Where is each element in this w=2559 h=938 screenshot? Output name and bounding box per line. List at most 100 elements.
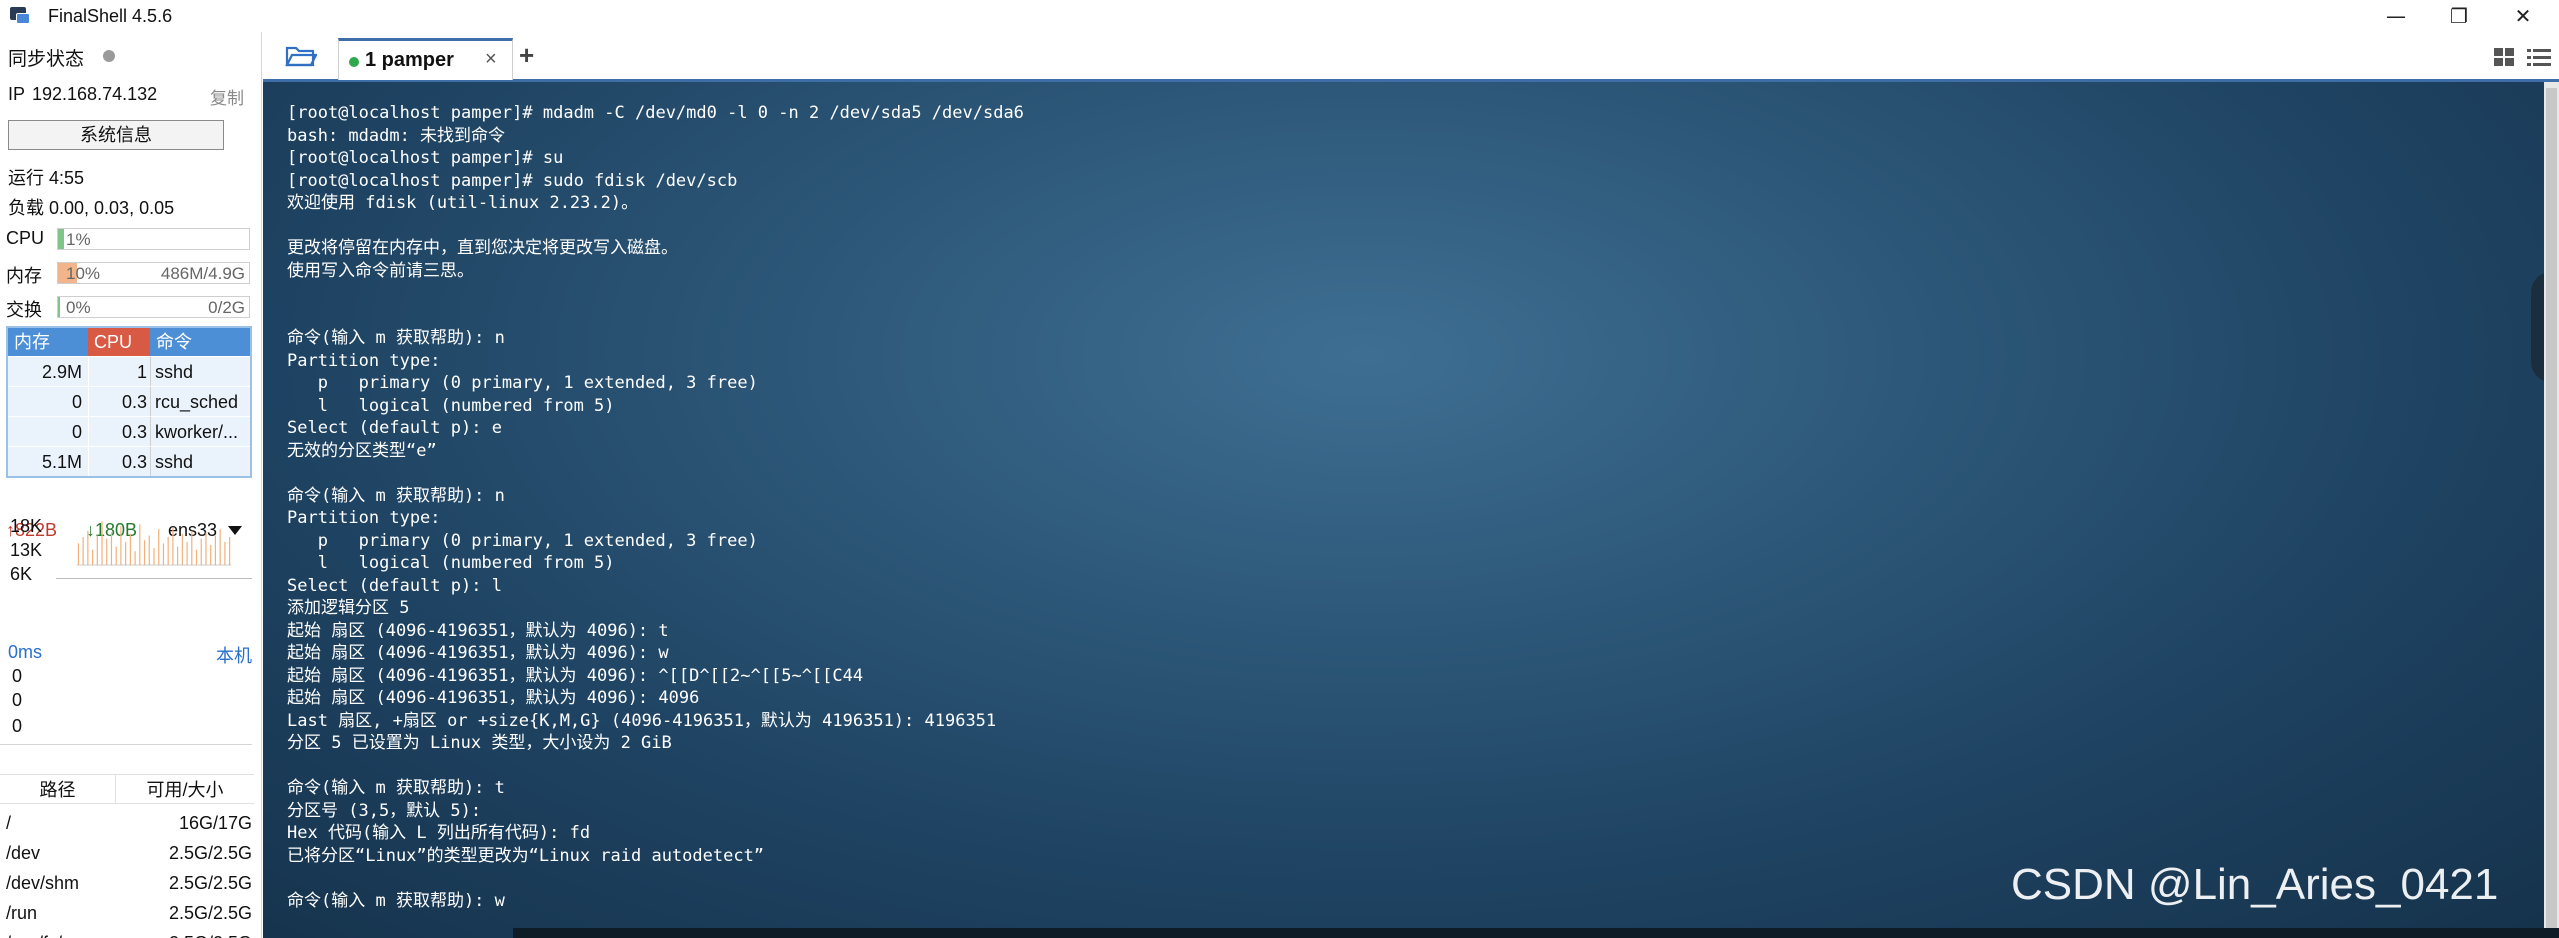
uptime-label: 运行 4:55 bbox=[8, 168, 85, 188]
tab-close-button[interactable]: × bbox=[485, 48, 497, 71]
cpu-meter-value: 1% bbox=[66, 230, 91, 249]
terminal-line: 分区号 (3,5，默认 5): bbox=[287, 800, 482, 821]
terminal-line: l logical (numbered from 5) bbox=[287, 553, 615, 573]
latency-y-label: 0 bbox=[12, 690, 23, 710]
terminal-line: 使用写入命令前请三思。 bbox=[287, 260, 474, 281]
terminal-line: 命令(输入 m 获取帮助): t bbox=[287, 778, 505, 798]
process-command: rcu_sched bbox=[150, 387, 250, 416]
process-cpu: 1 bbox=[88, 357, 150, 386]
ip-label: IP bbox=[8, 84, 26, 104]
app-logo-icon bbox=[10, 7, 32, 25]
memory-meter-value: 10% bbox=[66, 264, 101, 283]
process-table-header: 内存 CPU 命令 bbox=[8, 328, 250, 356]
disk-path: /run bbox=[6, 903, 38, 923]
latency-y-label: 0 bbox=[12, 716, 23, 736]
process-row[interactable]: 2.9M 1 sshd bbox=[8, 356, 250, 386]
net-y-label: 6K bbox=[10, 564, 33, 584]
disk-row[interactable]: /dev 2.5G/2.5G bbox=[0, 838, 254, 868]
swap-meter: 0% 0/2G bbox=[57, 296, 250, 318]
cpu-meter-label: CPU bbox=[6, 228, 45, 248]
terminal-line: [root@localhost pamper]# su bbox=[287, 148, 564, 168]
latency-y-label: 0 bbox=[12, 666, 23, 686]
cpu-meter-fill bbox=[58, 229, 64, 249]
tab-label: 1 pamper bbox=[365, 49, 454, 71]
terminal-line: bash: mdadm: 未找到命令 bbox=[287, 125, 506, 146]
grid-layout-icon[interactable] bbox=[2493, 47, 2515, 67]
terminal-line: 命令(输入 m 获取帮助): n bbox=[287, 328, 505, 348]
terminal-scrollbar-thumb[interactable] bbox=[2546, 88, 2557, 928]
terminal-panel[interactable]: [root@localhost pamper]# mdadm -C /dev/m… bbox=[263, 82, 2559, 938]
disk-table-header: 路径 可用/大小 bbox=[0, 774, 254, 804]
terminal-line: Select (default p): l bbox=[287, 575, 502, 596]
disk-path: / bbox=[6, 813, 12, 833]
terminal-line: l logical (numbered from 5) bbox=[287, 395, 615, 416]
terminal-line: 命令(输入 m 获取帮助): n bbox=[287, 485, 505, 506]
latency-host-link[interactable]: 本机 bbox=[216, 642, 252, 668]
disk-row[interactable]: /sys/fs/cgr... 2.5G/2.5G bbox=[0, 928, 254, 938]
connection-status-dot-icon bbox=[349, 57, 359, 67]
process-cpu: 0.3 bbox=[88, 417, 150, 446]
disk-row[interactable]: / 16G/17G bbox=[0, 808, 254, 838]
net-y-label: 13K bbox=[10, 540, 43, 560]
terminal-line: Partition type: bbox=[287, 350, 441, 371]
terminal-line: 添加逻辑分区 5 bbox=[287, 598, 410, 618]
process-memory: 2.9M bbox=[41, 362, 82, 382]
maximize-button[interactable]: ❐ bbox=[2433, 0, 2485, 32]
process-table: 内存 CPU 命令 2.9M 1 sshd 0 0.3 rcu_sched 0 … bbox=[6, 326, 252, 478]
terminal-line: 起始 扇区 (4096-4196351，默认为 4096): w bbox=[287, 643, 669, 663]
terminal-line: [root@localhost pamper]# mdadm -C /dev/m… bbox=[287, 103, 1024, 123]
disk-path: /dev bbox=[6, 843, 41, 863]
cpu-meter: 1% bbox=[57, 228, 250, 250]
window-title: FinalShell 4.5.6 bbox=[48, 6, 173, 26]
terminal-line: 已将分区“Linux”的类型更改为“Linux raid autodetect” bbox=[287, 845, 765, 866]
process-header-memory[interactable]: 内存 bbox=[8, 328, 88, 356]
system-info-button[interactable]: 系统信息 bbox=[8, 120, 224, 150]
terminal-line: p primary (0 primary, 1 extended, 3 free… bbox=[287, 373, 758, 393]
close-window-button[interactable]: ✕ bbox=[2497, 0, 2549, 32]
process-row[interactable]: 0 0.3 rcu_sched bbox=[8, 386, 250, 416]
disk-header-path[interactable]: 路径 bbox=[0, 775, 116, 803]
process-command: sshd bbox=[150, 447, 250, 476]
process-row[interactable]: 0 0.3 kworker/... bbox=[8, 416, 250, 446]
swap-meter-fill bbox=[58, 297, 60, 317]
process-memory: 0 bbox=[71, 392, 82, 412]
sync-status-label: 同步状态 bbox=[8, 49, 85, 70]
menu-icon[interactable] bbox=[2527, 47, 2551, 67]
ip-value: 192.168.74.132 bbox=[32, 84, 158, 104]
terminal-output[interactable]: [root@localhost pamper]# mdadm -C /dev/m… bbox=[287, 102, 1024, 912]
add-tab-button[interactable]: + bbox=[519, 40, 534, 71]
terminal-line: 无效的分区类型“e” bbox=[287, 440, 437, 461]
memory-meter-label: 内存 bbox=[6, 266, 42, 286]
folder-icon[interactable] bbox=[285, 44, 317, 68]
memory-meter: 10% 486M/4.9G bbox=[57, 262, 250, 284]
memory-meter-size: 486M/4.9G bbox=[160, 264, 245, 283]
terminal-line: 分区 5 已设置为 Linux 类型，大小设为 2 GiB bbox=[287, 733, 672, 753]
disk-size: 2.5G/2.5G bbox=[168, 843, 252, 863]
minimize-button[interactable]: — bbox=[2370, 0, 2422, 32]
terminal-line: 起始 扇区 (4096-4196351，默认为 4096): ^[[D^[[2~… bbox=[287, 665, 864, 686]
terminal-line: 命令(输入 m 获取帮助): w bbox=[287, 890, 505, 911]
disk-row[interactable]: /dev/shm 2.5G/2.5G bbox=[0, 868, 254, 898]
swap-meter-label: 交换 bbox=[6, 300, 42, 320]
terminal-line: Select (default p): e bbox=[287, 418, 502, 438]
copy-ip-button[interactable]: 复制 bbox=[210, 84, 244, 109]
tab-session[interactable]: 1 pamper × bbox=[338, 38, 513, 80]
process-cpu: 0.3 bbox=[88, 447, 150, 476]
process-cpu: 0.3 bbox=[88, 387, 150, 416]
terminal-bottom-bar bbox=[513, 928, 2559, 938]
process-command: sshd bbox=[150, 357, 250, 386]
disk-header-size[interactable]: 可用/大小 bbox=[116, 775, 254, 803]
disk-row[interactable]: /run 2.5G/2.5G bbox=[0, 898, 254, 928]
process-header-command[interactable]: 命令 bbox=[150, 328, 250, 356]
terminal-line: 欢迎使用 fdisk (util-linux 2.23.2)。 bbox=[287, 193, 639, 213]
terminal-line: 起始 扇区 (4096-4196351，默认为 4096): 4096 bbox=[287, 688, 700, 708]
terminal-line: Hex 代码(输入 L 列出所有代码): fd bbox=[287, 823, 591, 843]
network-traffic-chart bbox=[56, 521, 252, 579]
process-header-cpu[interactable]: CPU bbox=[88, 328, 150, 356]
sidebar: 同步状态 IP 192.168.74.132 复制 系统信息 运行 4:55 负… bbox=[0, 32, 262, 938]
disk-size: 16G/17G bbox=[178, 813, 252, 833]
process-row[interactable]: 5.1M 0.3 sshd bbox=[8, 446, 250, 476]
process-memory: 0 bbox=[71, 422, 82, 442]
